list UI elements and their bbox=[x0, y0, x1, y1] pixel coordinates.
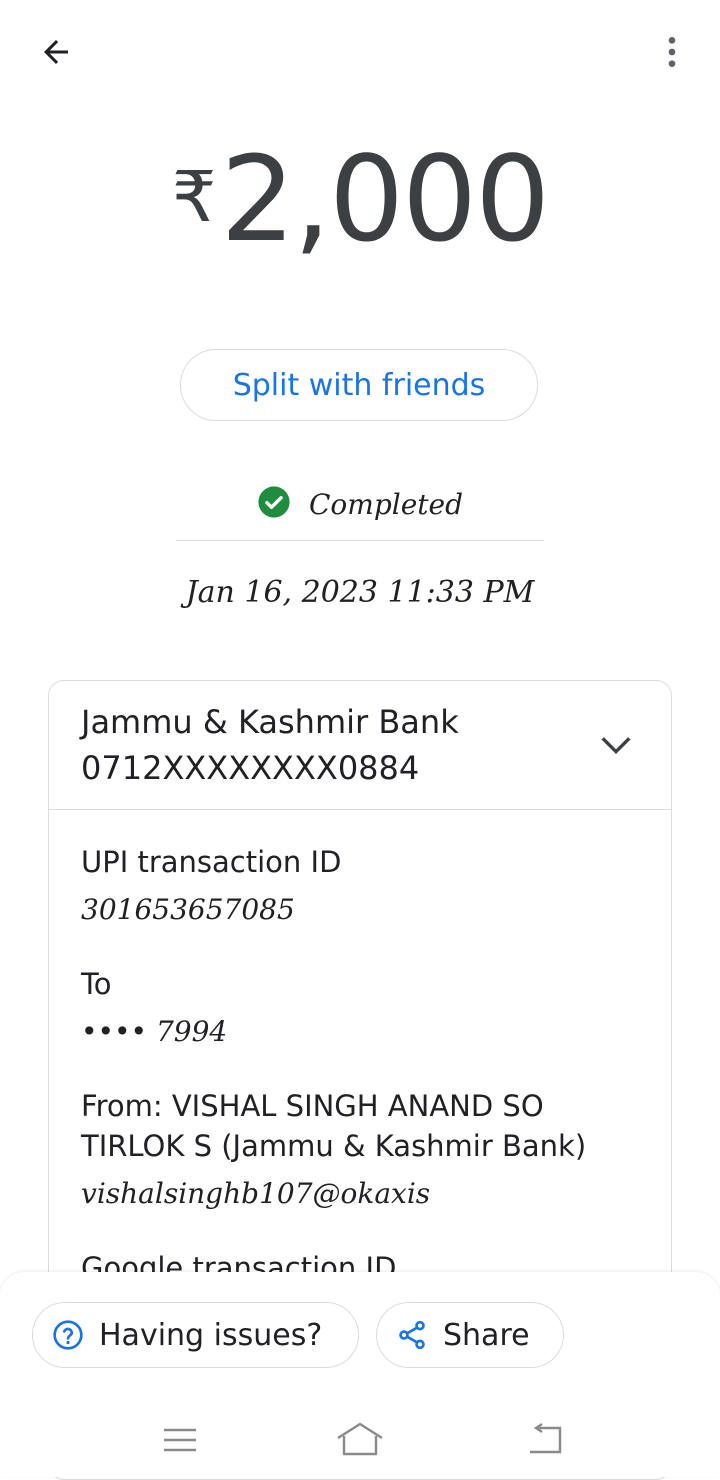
from-line-2: TIRLOK S (Jammu & Kashmir Bank) bbox=[81, 1129, 587, 1163]
menu-icon[interactable] bbox=[150, 1415, 210, 1465]
currency-symbol: ₹ bbox=[171, 156, 217, 238]
nav-back-icon[interactable] bbox=[518, 1415, 578, 1465]
from-line-1: From: VISHAL SINGH ANAND SO bbox=[81, 1089, 544, 1123]
system-navigation-bar bbox=[0, 1405, 720, 1477]
home-icon[interactable] bbox=[330, 1415, 390, 1465]
split-button-label: Split with friends bbox=[232, 367, 486, 403]
status-text: Completed bbox=[308, 487, 464, 521]
account-header[interactable]: Jammu & Kashmir Bank 0712XXXXXXXX0884 bbox=[49, 681, 671, 810]
share-icon bbox=[395, 1318, 429, 1352]
upi-transaction-id-value: 301653657085 bbox=[81, 893, 295, 926]
more-vert-icon[interactable] bbox=[640, 24, 704, 80]
split-with-friends-button[interactable]: Split with friends bbox=[180, 349, 538, 421]
bank-name: Jammu & Kashmir Bank bbox=[81, 703, 459, 741]
account-number: 0712XXXXXXXX0884 bbox=[81, 749, 420, 787]
having-issues-label: Having issues? bbox=[99, 1317, 323, 1353]
status-divider bbox=[176, 540, 544, 541]
from-upi-id: vishalsinghb107@okaxis bbox=[81, 1177, 431, 1210]
share-button[interactable]: Share bbox=[376, 1302, 564, 1368]
back-arrow-icon[interactable] bbox=[24, 24, 88, 80]
amount-value: 2,000 bbox=[220, 130, 550, 268]
help-circle-icon bbox=[51, 1318, 85, 1352]
to-label: To bbox=[81, 967, 112, 1001]
transaction-timestamp: Jan 16, 2023 11:33 PM bbox=[185, 575, 535, 610]
check-circle-icon bbox=[257, 485, 291, 523]
share-label: Share bbox=[443, 1317, 530, 1353]
to-value: •••• 7994 bbox=[81, 1015, 228, 1048]
amount-display: ₹ 2,000 bbox=[0, 140, 720, 280]
status-row: Completed bbox=[0, 480, 720, 528]
upi-transaction-id-label: UPI transaction ID bbox=[81, 845, 342, 879]
chevron-down-icon[interactable] bbox=[589, 721, 643, 769]
having-issues-button[interactable]: Having issues? bbox=[32, 1302, 359, 1368]
